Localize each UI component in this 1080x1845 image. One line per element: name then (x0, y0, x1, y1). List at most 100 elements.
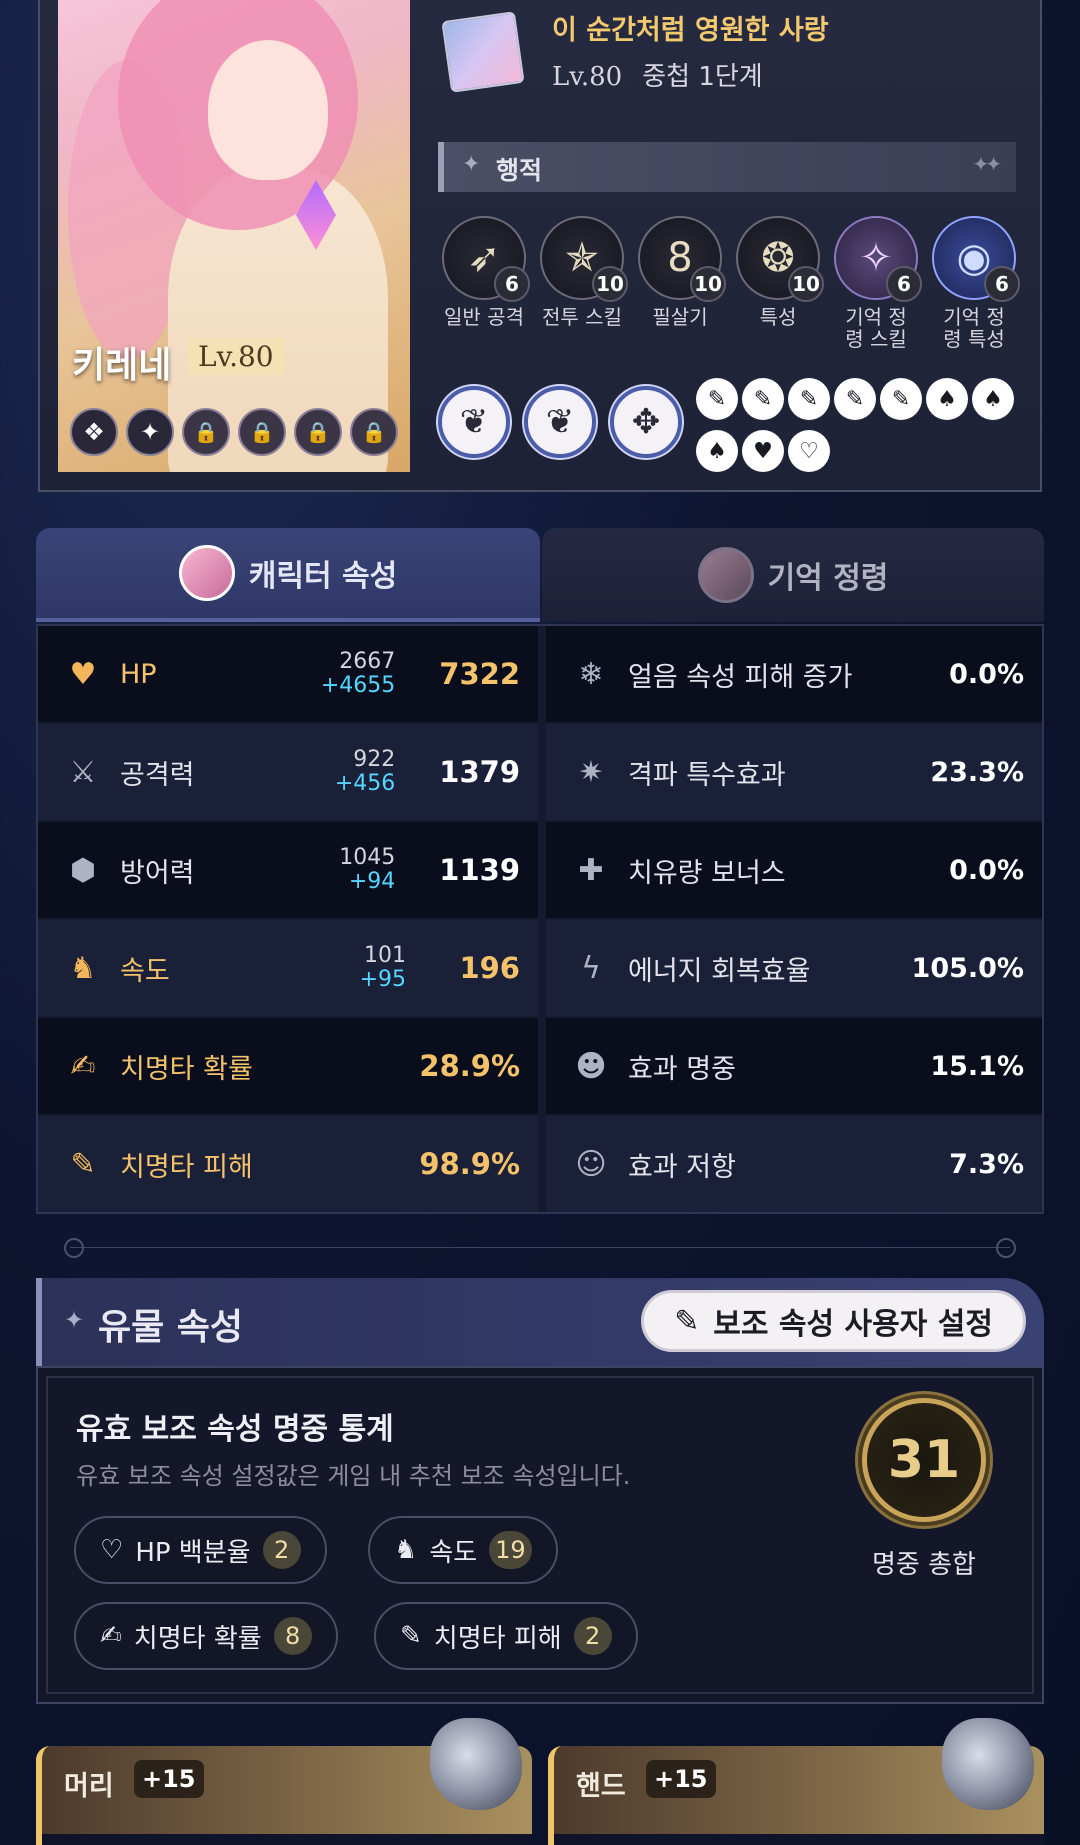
ability-trace-3-icon[interactable]: ✥ (610, 386, 682, 458)
relic-card-hands[interactable]: 핸드 +15 (548, 1718, 1044, 1845)
light-cone-title: 이 순간처럼 영원한 사랑 (552, 15, 829, 46)
stat-nodes-grid: ✎ ✎ ✎ ✎ ✎ ♠ ♠ ♠ ♥ ♡ (696, 378, 1026, 478)
substat-pill-label: 치명타 피해 (433, 1623, 562, 1654)
stat-row: ✎ 치명타 피해 98.9% (38, 1116, 538, 1212)
stat-base-value: 1045 (339, 845, 396, 870)
stat-bonus-value: +4655 (320, 673, 396, 698)
skill-1[interactable]: ➶ 6 일반 공격 (442, 216, 530, 328)
stat-value: 0.0% (949, 854, 1024, 886)
ability-trace-1-icon[interactable]: ❦ (438, 386, 510, 458)
crit-dmg-node-icon[interactable]: ✎ (834, 378, 876, 420)
light-cone-icon[interactable] (441, 11, 525, 93)
stat-row: ☻ 효과 명중 15.1% (546, 1018, 1042, 1114)
skill-6[interactable]: ◉ 6 기억 정 령 특성 (932, 216, 1020, 350)
stat-value: 7.3% (949, 1148, 1024, 1180)
stat-label: 효과 저항 (628, 1151, 736, 1183)
substat-pill[interactable]: ♞ 속도 19 (368, 1516, 558, 1584)
substat-pill-label: 치명타 확률 (133, 1623, 262, 1654)
skill-name: 기억 정 령 스킬 (845, 305, 907, 351)
traces-header: ✦ 행적 ✦✦ (438, 142, 1016, 192)
traces-title: 행적 (496, 156, 543, 185)
lock-icon[interactable]: 🔒 (294, 408, 342, 456)
substat-pill[interactable]: ✍ 치명타 확률 8 (74, 1602, 338, 1670)
stat-label: 속도 (120, 955, 170, 987)
relic-level-badge: +15 (646, 1760, 716, 1798)
crit-rate-icon: ✍ (70, 1048, 96, 1084)
ability-trace-2-icon[interactable]: ❦ (524, 386, 596, 458)
skill-name: 특성 (759, 305, 797, 329)
stat-row: ✚ 치유량 보너스 0.0% (546, 822, 1042, 918)
stat-label: HP (120, 658, 157, 690)
total-hits-badge: 31 (862, 1398, 986, 1522)
speed-node-icon[interactable]: ♠ (696, 430, 738, 472)
hp-node-icon[interactable]: ♥ (742, 430, 784, 472)
tab-memosprite[interactable]: 기억 정령 (542, 528, 1044, 622)
stat-label: 치명타 피해 (120, 1151, 253, 1183)
stat-total: 7322 (439, 657, 520, 691)
stat-base-value: 922 (353, 747, 396, 772)
substat-pill[interactable]: ♡ HP 백분율 2 (74, 1516, 327, 1584)
stat-value: 15.1% (930, 1050, 1024, 1082)
light-cone-level: Lv.80 (552, 62, 623, 92)
sparkle-icon: ✦ (462, 152, 481, 177)
character-name: 키레네 (72, 345, 172, 386)
sword-icon: ⚔ (69, 754, 97, 790)
skill-level-badge: 6 (886, 266, 922, 302)
tab-character-stats[interactable]: 캐릭터 속성 (36, 528, 540, 622)
custom-substat-button-label: 보조 속성 사용자 설정 (713, 1307, 993, 1342)
boot-icon: ♞ (69, 950, 97, 986)
eidolon-2-icon[interactable]: ✦ (126, 408, 174, 456)
custom-substat-button[interactable]: ✎ 보조 속성 사용자 설정 (641, 1290, 1026, 1352)
lock-icon[interactable]: 🔒 (350, 408, 398, 456)
ultimate-icon: 8 10 (638, 216, 726, 302)
skill-level-badge: 6 (984, 266, 1020, 302)
stat-bonus-value: +94 (348, 869, 396, 894)
minor-traces-row: ❦ ❦ ✥ (438, 386, 688, 466)
stat-total: 196 (459, 951, 520, 985)
skill-level-badge: 10 (788, 266, 824, 302)
relic-stats-description: 유효 보조 속성 설정값은 게임 내 추천 보조 속성입니다. (76, 1462, 631, 1490)
sparkle-deco-icon: ✦✦ (972, 152, 1001, 176)
crit-dmg-node-icon[interactable]: ✎ (788, 378, 830, 420)
talent-icon: ❂ 10 (736, 216, 824, 302)
stat-value: 0.0% (949, 658, 1024, 690)
crit-rate-icon: ✍ (100, 1621, 122, 1651)
skill-4[interactable]: ❂ 10 특성 (736, 216, 824, 329)
stat-total: 28.9% (419, 1049, 520, 1083)
memosprite-talent-icon: ◉ 6 (932, 216, 1020, 302)
stat-row: ✍ 치명타 확률 28.9% (38, 1018, 538, 1114)
skill-name: 필살기 (652, 305, 708, 329)
character-portrait[interactable] (58, 0, 410, 472)
stat-bonus-value: +95 (359, 967, 406, 992)
memosprite-skill-icon: ✧ 6 (834, 216, 922, 302)
stat-label: 격파 특수효과 (628, 759, 786, 791)
lock-icon[interactable]: 🔒 (182, 408, 230, 456)
crit-dmg-node-icon[interactable]: ✎ (742, 378, 784, 420)
stat-row: ϟ 에너지 회복효율 105.0% (546, 920, 1042, 1016)
stat-label: 공격력 (120, 759, 195, 791)
relic-slot-name: 머리 (64, 1771, 114, 1802)
shield-icon: ⬢ (69, 852, 97, 888)
stat-breakdown: 922 +456 (335, 748, 395, 796)
stat-row: ❄ 얼음 속성 피해 증가 0.0% (546, 626, 1042, 722)
stat-breakdown: 101 +95 (360, 944, 406, 992)
heart-icon: ♥ (69, 656, 97, 692)
substat-pill-count: 2 (573, 1617, 612, 1655)
speed-node-icon[interactable]: ♠ (926, 378, 968, 420)
speed-node-icon[interactable]: ♠ (972, 378, 1014, 420)
skill-2[interactable]: ✯ 10 전투 스킬 (540, 216, 628, 328)
relic-card-head[interactable]: 머리 +15 (36, 1718, 532, 1845)
crit-dmg-node-icon[interactable]: ✎ (880, 378, 922, 420)
pencil-icon: ✎ (674, 1303, 700, 1339)
crit-dmg-icon: ✎ (70, 1146, 96, 1182)
skill-3[interactable]: 8 10 필살기 (638, 216, 726, 329)
lock-icon[interactable]: 🔒 (238, 408, 286, 456)
eidolon-1-icon[interactable]: ❖ (70, 408, 118, 456)
substat-pill-label: 속도 (429, 1537, 478, 1568)
stat-value: 23.3% (930, 756, 1024, 788)
stat-label: 얼음 속성 피해 증가 (628, 661, 853, 693)
crit-dmg-node-icon[interactable]: ✎ (696, 378, 738, 420)
skill-5[interactable]: ✧ 6 기억 정 령 스킬 (834, 216, 922, 351)
substat-pill[interactable]: ✎ 치명타 피해 2 (374, 1602, 638, 1670)
hp-node-icon[interactable]: ♡ (788, 430, 830, 472)
